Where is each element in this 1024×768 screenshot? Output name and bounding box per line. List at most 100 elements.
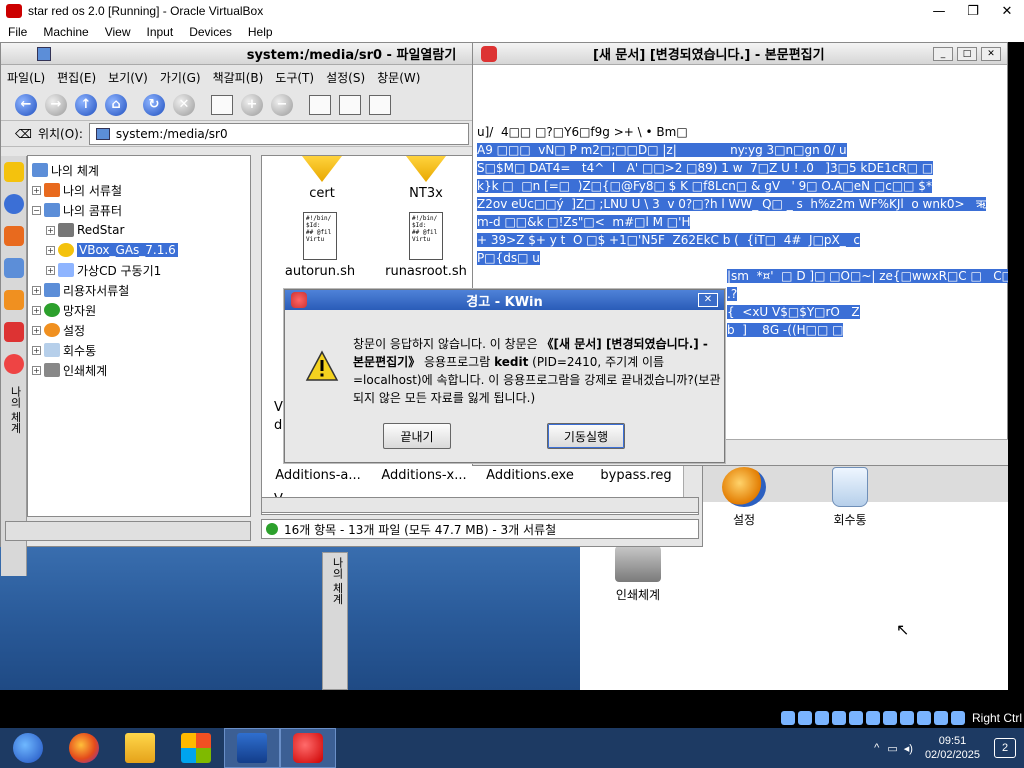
clock[interactable]: 09:51 02/02/2025 xyxy=(925,734,980,762)
fm-menu-tools[interactable]: 도구(T) xyxy=(269,69,320,86)
menu-machine[interactable]: Machine xyxy=(35,25,96,39)
tree-item-my-computer[interactable]: − 나의 콤퓨터 xyxy=(32,200,250,220)
expand-toggle[interactable]: + xyxy=(32,365,41,375)
reload-button[interactable]: ↻ xyxy=(141,92,167,118)
desktop-icon-trash[interactable]: 회수통 xyxy=(810,467,890,528)
taskbar-firefox[interactable] xyxy=(56,728,112,768)
network-tray-icon[interactable]: ▭ xyxy=(887,742,897,755)
up-button[interactable]: ↑ xyxy=(73,92,99,118)
side-tab-label[interactable]: 나의 체계 xyxy=(7,386,23,434)
side-tab-label[interactable]: 나의 체계 xyxy=(329,557,345,605)
cpu-status-icon[interactable] xyxy=(916,711,931,725)
tree-item-printers[interactable]: + 인쇄체계 xyxy=(32,360,250,380)
media-icon[interactable] xyxy=(4,322,24,342)
expand-toggle[interactable]: + xyxy=(46,225,55,235)
editor-close-button[interactable]: ✕ xyxy=(981,47,1001,61)
desktop-icon-printer[interactable]: 인쇄체계 xyxy=(598,546,678,603)
terminate-button[interactable]: 끝내기 xyxy=(383,423,451,449)
editor-maximize-button[interactable]: □ xyxy=(957,47,977,61)
keyboard-status-icon[interactable] xyxy=(950,711,965,725)
desktop-icon-settings[interactable]: 설정 xyxy=(704,467,784,528)
display-status-icon[interactable] xyxy=(882,711,897,725)
volume-tray-icon[interactable]: ◂) xyxy=(904,742,913,755)
fm-menu-view[interactable]: 보기(V) xyxy=(102,69,154,86)
keep-running-button[interactable]: 기동실행 xyxy=(547,423,625,449)
file-item-additions-x[interactable]: Additions-x... xyxy=(374,468,474,483)
menu-view[interactable]: View xyxy=(97,25,139,39)
collapse-toggle[interactable]: − xyxy=(32,205,41,215)
clear-location-icon[interactable]: ⌫ xyxy=(15,127,32,141)
tray-overflow-icon[interactable]: ^ xyxy=(874,742,879,754)
shared-folders-status-icon[interactable] xyxy=(865,711,880,725)
history-clock-icon[interactable] xyxy=(4,194,24,214)
file-item-cert[interactable]: cert xyxy=(272,156,372,201)
usb-status-icon[interactable] xyxy=(848,711,863,725)
expand-toggle[interactable]: + xyxy=(32,305,41,315)
file-item-bypass-reg[interactable]: bypass.reg xyxy=(586,468,686,483)
bookmark-star-icon[interactable] xyxy=(4,162,24,182)
menu-input[interactable]: Input xyxy=(139,25,182,39)
optical-drive-status-icon[interactable] xyxy=(797,711,812,725)
editor-minimize-button[interactable]: _ xyxy=(933,47,953,61)
tree-item-settings[interactable]: + 설정 xyxy=(32,320,250,340)
pin-icon[interactable] xyxy=(4,354,24,374)
detail-view-button[interactable] xyxy=(367,92,393,118)
file-item-additions-a[interactable]: Additions-a... xyxy=(268,468,368,483)
dialog-close-button[interactable]: ✕ xyxy=(698,293,718,307)
tree-item-user-folders[interactable]: + 리용자서류철 xyxy=(32,280,250,300)
tree-item-vbox-gas[interactable]: + VBox_GAs_7.1.6 xyxy=(32,240,250,260)
recording-status-icon[interactable] xyxy=(899,711,914,725)
zoom-out-button[interactable]: − xyxy=(269,92,295,118)
taskbar-explorer[interactable] xyxy=(112,728,168,768)
menu-file[interactable]: File xyxy=(0,25,35,39)
icon-view-button[interactable] xyxy=(307,92,333,118)
expand-toggle[interactable]: + xyxy=(32,285,41,295)
forward-button[interactable]: → xyxy=(43,92,69,118)
menu-help[interactable]: Help xyxy=(240,25,281,39)
print-button[interactable] xyxy=(209,92,235,118)
tree-item-redstar[interactable]: + RedStar xyxy=(32,220,250,240)
file-item-additions-exe[interactable]: Additions.exe xyxy=(480,468,580,483)
home-folder-icon[interactable] xyxy=(4,226,24,246)
restore-button[interactable]: ❐ xyxy=(956,0,990,22)
start-button[interactable] xyxy=(0,728,56,768)
expand-toggle[interactable]: + xyxy=(32,325,41,335)
expand-toggle[interactable]: + xyxy=(32,185,41,195)
minimize-button[interactable]: — xyxy=(922,0,956,22)
taskbar-virtualbox-manager[interactable] xyxy=(224,728,280,768)
services-icon[interactable] xyxy=(4,290,24,310)
mouse-integration-icon[interactable] xyxy=(933,711,948,725)
expand-toggle[interactable]: + xyxy=(46,245,55,255)
audio-status-icon[interactable] xyxy=(814,711,829,725)
fm-menu-window[interactable]: 창문(W) xyxy=(371,69,426,86)
location-input[interactable]: system:/media/sr0 xyxy=(88,122,469,145)
file-item-nt3x[interactable]: NT3x xyxy=(376,156,476,201)
notification-center-button[interactable]: 2 xyxy=(994,738,1016,758)
stop-button[interactable]: ✕ xyxy=(171,92,197,118)
expand-toggle[interactable]: + xyxy=(32,345,41,355)
taskbar-vm-window[interactable] xyxy=(280,728,336,768)
fm-menu-bookmarks[interactable]: 책갈피(B) xyxy=(207,69,270,86)
file-item-autorun[interactable]: #!/bin/ $Id: ## @fil Virtu autorun.sh xyxy=(270,212,370,279)
back-button[interactable]: ← xyxy=(13,92,39,118)
horizontal-scrollbar[interactable] xyxy=(261,497,699,513)
zoom-in-button[interactable]: + xyxy=(239,92,265,118)
tree-item-my-system[interactable]: 나의 체계 xyxy=(32,160,250,180)
taskbar-store[interactable] xyxy=(168,728,224,768)
tree-item-trash[interactable]: + 회수통 xyxy=(32,340,250,360)
fm-menu-go[interactable]: 가기(G) xyxy=(154,69,207,86)
tree-item-network[interactable]: + 망자원 xyxy=(32,300,250,320)
tree-item-virtual-cd[interactable]: + 가상CD 구동기1 xyxy=(32,260,250,280)
fm-menu-edit[interactable]: 편집(E) xyxy=(51,69,102,86)
network-icon[interactable] xyxy=(4,258,24,278)
tree-item-documents[interactable]: + 나의 서류철 xyxy=(32,180,250,200)
network-status-icon[interactable] xyxy=(831,711,846,725)
file-item-runasroot[interactable]: #!/bin/ $Id: ## @fil Virtu runasroot.sh xyxy=(376,212,476,279)
expand-toggle[interactable]: + xyxy=(46,265,55,275)
hard-disk-status-icon[interactable] xyxy=(780,711,795,725)
list-view-button[interactable] xyxy=(337,92,363,118)
home-button[interactable]: ⌂ xyxy=(103,92,129,118)
fm-menu-settings[interactable]: 설정(S) xyxy=(320,69,371,86)
menu-devices[interactable]: Devices xyxy=(181,25,240,39)
fm-menu-file[interactable]: 파일(L) xyxy=(1,69,51,86)
